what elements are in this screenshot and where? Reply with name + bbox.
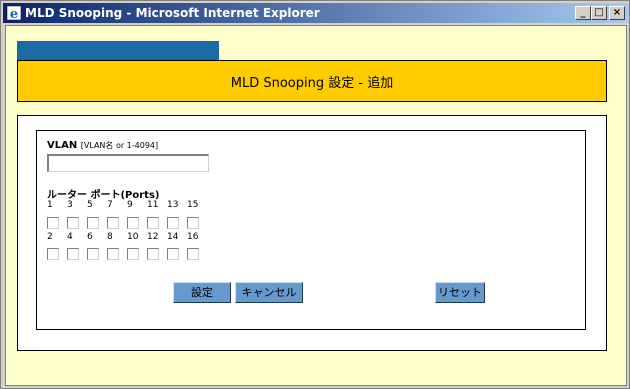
vlan-input[interactable]: [47, 154, 209, 172]
port-number-10: 10: [127, 232, 139, 242]
vlan-label: VLAN [VLAN名 or 1-4094]: [47, 140, 158, 151]
reset-button[interactable]: リセット: [435, 282, 485, 303]
port-checkbox-14[interactable]: [167, 248, 179, 260]
port-checkbox-10[interactable]: [127, 248, 139, 260]
port-number-3: 3: [67, 200, 73, 210]
port-number-14: 14: [167, 232, 179, 242]
port-checkbox-4[interactable]: [67, 248, 79, 260]
port-number-4: 4: [67, 232, 73, 242]
port-number-1: 1: [47, 200, 53, 210]
title-bar[interactable]: e MLD Snooping - Microsoft Internet Expl…: [3, 3, 629, 23]
page-tab: [17, 41, 219, 60]
port-checkbox-7[interactable]: [107, 217, 119, 229]
set-button[interactable]: 設定: [173, 282, 231, 303]
port-checkbox-3[interactable]: [67, 217, 79, 229]
port-number-16: 16: [187, 232, 199, 242]
port-number-5: 5: [87, 200, 93, 210]
port-number-7: 7: [107, 200, 113, 210]
port-checkbox-16[interactable]: [187, 248, 199, 260]
browser-window: e MLD Snooping - Microsoft Internet Expl…: [0, 0, 630, 389]
page-title: MLD Snooping 設定 - 追加: [230, 75, 394, 91]
port-checkbox-15[interactable]: [187, 217, 199, 229]
port-number-6: 6: [87, 232, 93, 242]
minimize-button[interactable]: _: [575, 6, 591, 20]
vlan-label-text: VLAN: [47, 140, 78, 151]
port-checkbox-6[interactable]: [87, 248, 99, 260]
window-title: MLD Snooping - Microsoft Internet Explor…: [25, 6, 320, 20]
internet-explorer-icon: e: [6, 5, 22, 21]
svg-text:e: e: [10, 7, 18, 21]
port-number-15: 15: [187, 200, 199, 210]
port-checkbox-5[interactable]: [87, 217, 99, 229]
port-checkbox-1[interactable]: [47, 217, 59, 229]
port-checkbox-12[interactable]: [147, 248, 159, 260]
port-checkbox-9[interactable]: [127, 217, 139, 229]
page-content: MLD Snooping 設定 - 追加 VLAN [VLAN名 or 1-40…: [5, 25, 627, 386]
router-ports-label: ルーター ポート(Ports): [47, 190, 160, 201]
port-checkbox-13[interactable]: [167, 217, 179, 229]
port-number-2: 2: [47, 232, 53, 242]
page-header: MLD Snooping 設定 - 追加: [17, 60, 607, 102]
maximize-button[interactable]: □: [591, 6, 607, 20]
port-number-13: 13: [167, 200, 179, 210]
port-checkbox-8[interactable]: [107, 248, 119, 260]
cancel-button[interactable]: キャンセル: [235, 282, 303, 303]
port-checkbox-11[interactable]: [147, 217, 159, 229]
port-number-12: 12: [147, 232, 159, 242]
port-checkbox-2[interactable]: [47, 248, 59, 260]
vlan-hint: [VLAN名 or 1-4094]: [80, 141, 159, 150]
port-number-8: 8: [107, 232, 113, 242]
form-inner-panel: VLAN [VLAN名 or 1-4094] ルーター ポート(Ports) 1…: [36, 130, 586, 330]
port-number-9: 9: [127, 200, 133, 210]
port-number-11: 11: [147, 200, 159, 210]
form-panel: VLAN [VLAN名 or 1-4094] ルーター ポート(Ports) 1…: [17, 115, 607, 351]
close-button[interactable]: ×: [609, 6, 625, 20]
